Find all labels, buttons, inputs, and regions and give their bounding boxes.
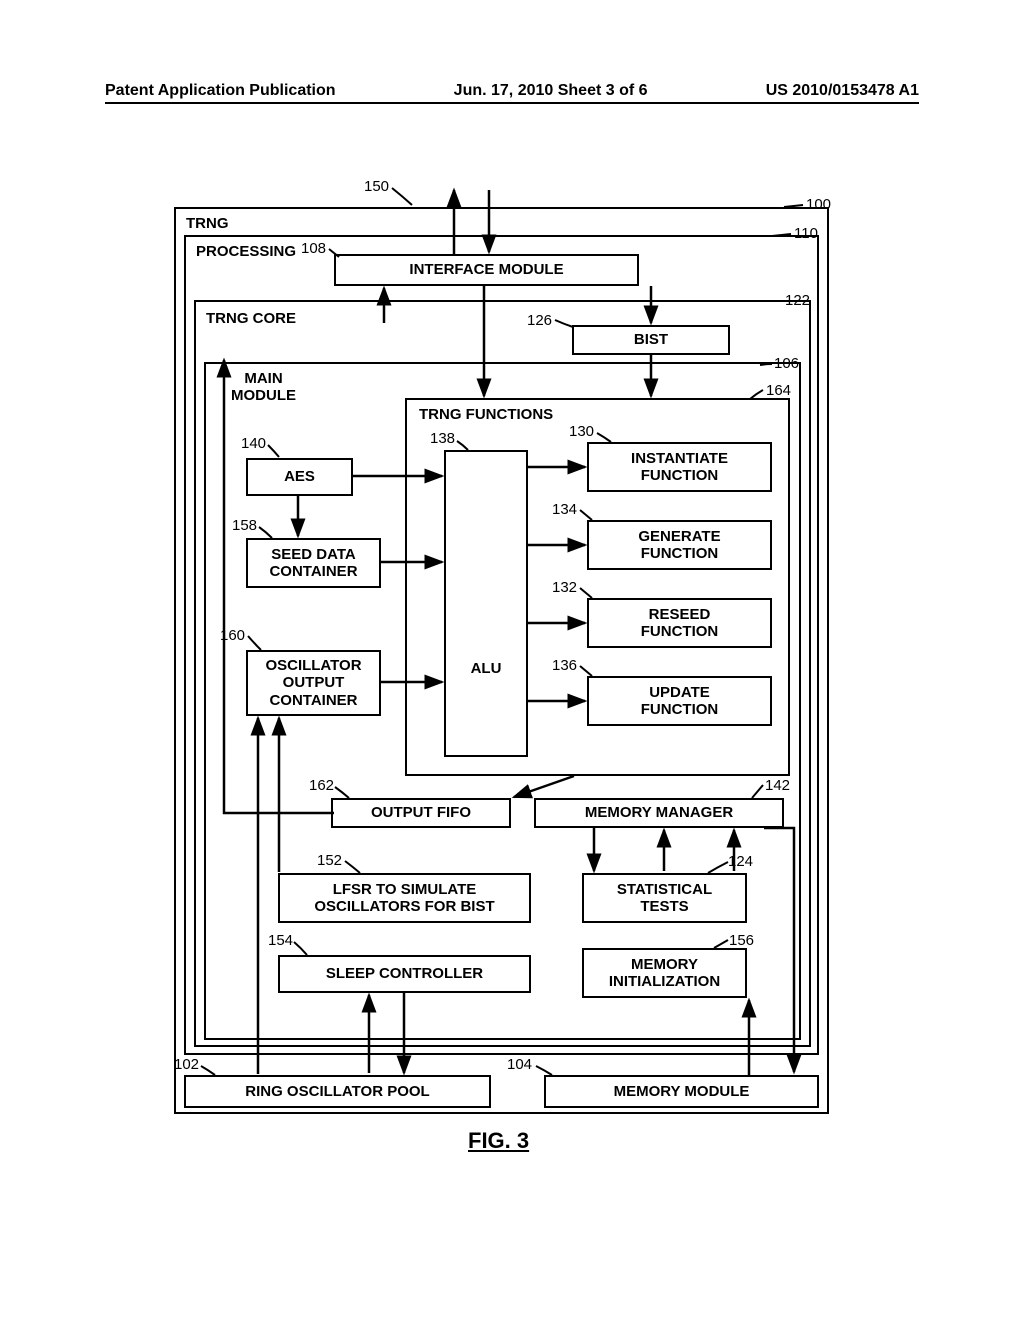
header-right: US 2010/0153478 A1 [766, 82, 919, 100]
label-trng-core: TRNG CORE [204, 310, 298, 327]
box-lfsr: LFSR TO SIMULATE OSCILLATORS FOR BIST [278, 873, 531, 923]
ref-164: 164 [766, 382, 791, 399]
ref-108: 108 [301, 240, 326, 257]
ref-104: 104 [507, 1056, 532, 1073]
label-trng-functions: TRNG FUNCTIONS [417, 406, 555, 423]
box-sleep: SLEEP CONTROLLER [278, 955, 531, 993]
box-seed-data: SEED DATA CONTAINER [246, 538, 381, 588]
box-instantiate: INSTANTIATE FUNCTION [587, 442, 772, 492]
box-output-fifo: OUTPUT FIFO [331, 798, 511, 828]
ref-150: 150 [364, 178, 389, 195]
ref-154: 154 [268, 932, 293, 949]
box-memory-module: MEMORY MODULE [544, 1075, 819, 1108]
ref-106: 106 [774, 355, 799, 372]
ref-134: 134 [552, 501, 577, 518]
ref-124: 124 [728, 853, 753, 870]
ref-156: 156 [729, 932, 754, 949]
ref-132: 132 [552, 579, 577, 596]
ref-158: 158 [232, 517, 257, 534]
ref-140: 140 [241, 435, 266, 452]
box-alu: ALU [444, 450, 528, 757]
ref-102: 102 [174, 1056, 199, 1073]
header-center: Jun. 17, 2010 Sheet 3 of 6 [454, 82, 648, 100]
label-main-module: MAIN MODULE [229, 370, 298, 404]
ref-152: 152 [317, 852, 342, 869]
diagram: TRNG PROCESSING INTERFACE MODULE TRNG CO… [174, 160, 829, 1150]
box-bist: BIST [572, 325, 730, 355]
box-osc-output: OSCILLATOR OUTPUT CONTAINER [246, 650, 381, 716]
box-interface-module: INTERFACE MODULE [334, 254, 639, 286]
ref-160: 160 [220, 627, 245, 644]
box-reseed: RESEED FUNCTION [587, 598, 772, 648]
box-generate: GENERATE FUNCTION [587, 520, 772, 570]
label-trng: TRNG [184, 215, 231, 232]
box-stat-tests: STATISTICAL TESTS [582, 873, 747, 923]
box-update: UPDATE FUNCTION [587, 676, 772, 726]
ref-110: 110 [794, 225, 818, 242]
alu-label: ALU [471, 660, 502, 677]
box-aes: AES [246, 458, 353, 496]
label-processing: PROCESSING [194, 243, 298, 260]
figure-caption: FIG. 3 [468, 1128, 529, 1154]
ref-130: 130 [569, 423, 594, 440]
header-left: Patent Application Publication [105, 82, 336, 100]
ref-122: 122 [785, 292, 810, 309]
page: Patent Application Publication Jun. 17, … [0, 0, 1024, 1320]
ref-100: 100 [806, 196, 831, 213]
box-mem-init: MEMORY INITIALIZATION [582, 948, 747, 998]
ref-138: 138 [430, 430, 455, 447]
box-memory-manager: MEMORY MANAGER [534, 798, 784, 828]
box-ring-osc: RING OSCILLATOR POOL [184, 1075, 491, 1108]
ref-126: 126 [527, 312, 552, 329]
ref-136: 136 [552, 657, 577, 674]
page-header: Patent Application Publication Jun. 17, … [105, 82, 919, 104]
ref-162: 162 [309, 777, 334, 794]
ref-142: 142 [765, 777, 790, 794]
